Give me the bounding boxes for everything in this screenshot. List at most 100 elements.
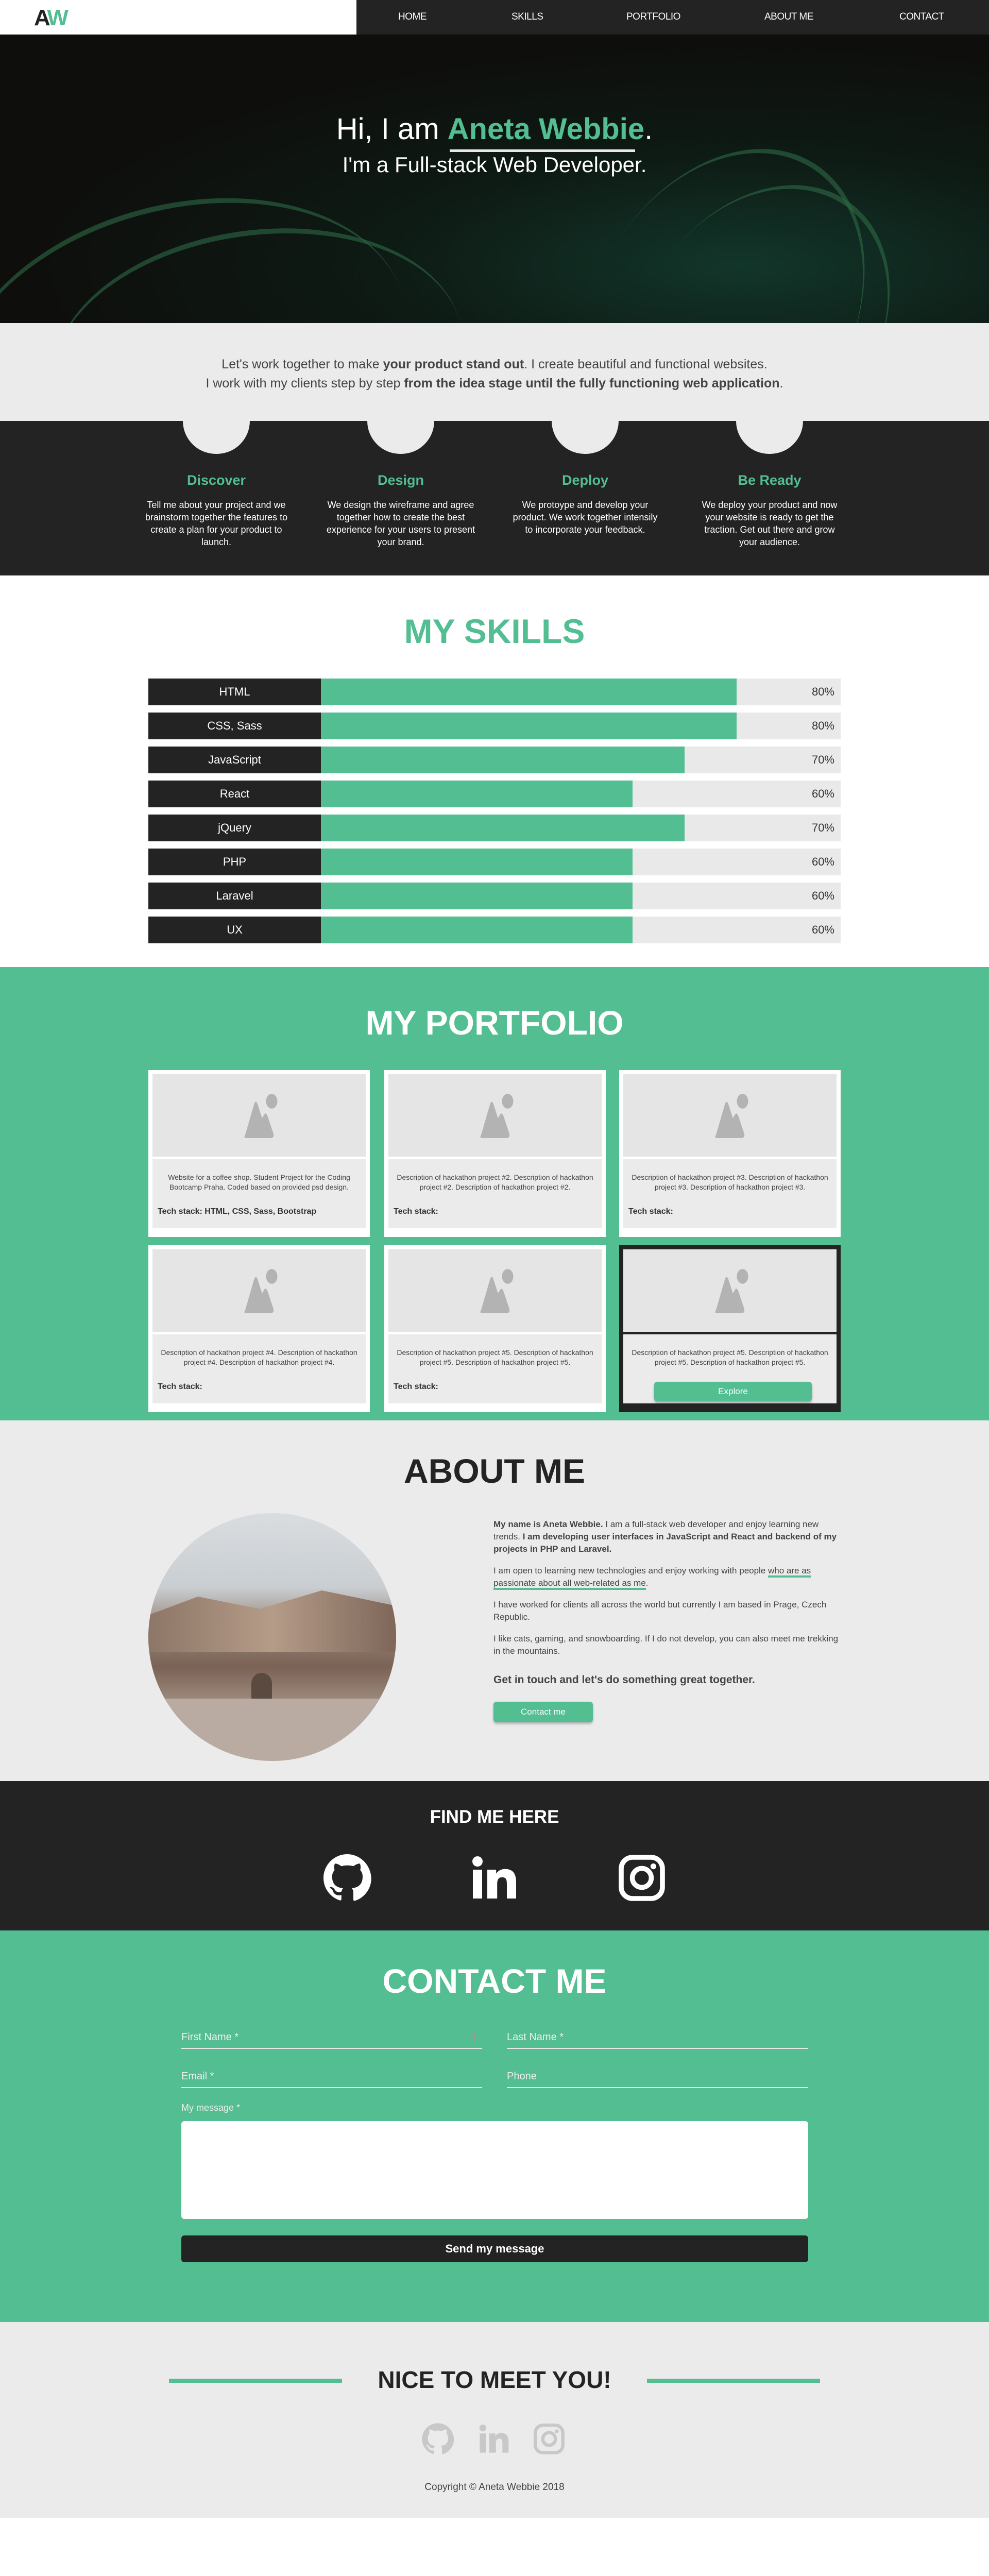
skill-percent: 80% <box>811 685 834 698</box>
send-message-button[interactable]: Send my message <box>181 2235 808 2262</box>
portfolio-card[interactable]: Description of hackathon project #4. Des… <box>148 1245 370 1412</box>
skill-name: PHP <box>148 849 321 875</box>
card-tech-stack: Tech stack: <box>394 1382 438 1391</box>
skill-percent: 60% <box>811 923 834 936</box>
skill-name: Laravel <box>148 883 321 909</box>
text-segment: . <box>645 1578 649 1588</box>
first-name-input[interactable]: First Name * <box>181 2028 482 2049</box>
last-name-placeholder: Last Name * <box>507 2031 564 2043</box>
step-title: Design <box>377 472 424 488</box>
find-title: FIND ME HERE <box>430 1807 559 1827</box>
nav-about-me[interactable]: ABOUT ME <box>764 11 813 23</box>
skill-fill <box>321 679 737 705</box>
phone-placeholder: Phone <box>507 2071 537 2082</box>
skill-percent: 70% <box>811 821 834 834</box>
skill-percent: 60% <box>811 855 834 868</box>
step-title: Deploy <box>561 472 609 488</box>
image-placeholder-icon <box>388 1074 602 1157</box>
portfolio-card[interactable]: Description of hackathon project #5. Des… <box>384 1245 606 1412</box>
nav-skills[interactable]: SKILLS <box>511 11 543 23</box>
card-tech-stack: Tech stack: <box>394 1207 438 1216</box>
skill-bar: PHP 60% <box>148 849 841 875</box>
notch-decoration <box>183 421 250 454</box>
message-textarea[interactable] <box>181 2121 808 2219</box>
portfolio-card[interactable]: Description of hackathon project #3. Des… <box>619 1070 841 1237</box>
bold-text: from the idea stage until the fully func… <box>404 376 780 391</box>
image-placeholder-icon <box>623 1074 837 1157</box>
find-me-section: FIND ME HERE <box>0 1781 989 1930</box>
about-text: My name is Aneta Webbie. I am a full-sta… <box>493 1518 844 1722</box>
skill-fill <box>321 917 633 943</box>
nav-portfolio[interactable]: PORTFOLIO <box>626 11 680 23</box>
skill-bar: JavaScript 70% <box>148 747 841 773</box>
about-paragraph: My name is Aneta Webbie. I am a full-sta… <box>493 1518 844 1555</box>
about-title: ABOUT ME <box>404 1452 585 1490</box>
intro-section: Let's work together to make your product… <box>0 323 989 421</box>
explore-button[interactable]: Explore <box>654 1382 812 1401</box>
instagram-icon[interactable] <box>617 1853 667 1903</box>
skill-name: jQuery <box>148 815 321 841</box>
phone-input[interactable]: Phone <box>507 2067 808 2088</box>
portfolio-section: MY PORTFOLIO Website for a coffee shop. … <box>0 967 989 1420</box>
step-text: Tell me about your project and we brains… <box>145 500 288 547</box>
card-body: Description of hackathon project #2. Des… <box>388 1159 602 1228</box>
text-segment: . I create beautiful and functional webs… <box>524 357 768 371</box>
footer-instagram-icon[interactable] <box>533 2422 566 2455</box>
skill-bar: UX 60% <box>148 917 841 943</box>
process-step: Design We design the wireframe and agree … <box>326 472 475 548</box>
skill-bar: CSS, Sass 80% <box>148 713 841 739</box>
image-placeholder-icon <box>623 1249 837 1332</box>
nav-contact[interactable]: CONTACT <box>899 11 944 23</box>
email-input[interactable]: Email * <box>181 2067 482 2088</box>
contact-me-button[interactable]: Contact me <box>493 1702 593 1722</box>
skill-fill <box>321 815 685 841</box>
skill-name: JavaScript <box>148 747 321 773</box>
hero-title: Hi, I am Aneta Webbie. <box>0 112 989 146</box>
footer: NICE TO MEET YOU! Copyright © Aneta Webb… <box>0 2322 989 2518</box>
intro-line-1: Let's work together to make your product… <box>0 355 989 374</box>
contact-title: CONTACT ME <box>382 1962 607 2000</box>
notch-decoration <box>367 421 434 454</box>
skill-bar: Laravel 60% <box>148 883 841 909</box>
text-segment: . <box>779 376 783 391</box>
header: AW HOME SKILLS PORTFOLIO ABOUT ME CONTAC… <box>0 0 989 35</box>
portfolio-card[interactable]: Description of hackathon project #2. Des… <box>384 1070 606 1237</box>
about-cta: Get in touch and let's do something grea… <box>493 1674 755 1686</box>
nav-home[interactable]: HOME <box>398 11 427 23</box>
step-title: Be Ready <box>738 472 802 488</box>
card-description: Description of hackathon project #3. Des… <box>632 1173 828 1191</box>
github-icon[interactable] <box>322 1853 372 1903</box>
card-tech-stack: Tech stack: <box>158 1382 202 1391</box>
card-body: Website for a coffee shop. Student Proje… <box>152 1159 366 1228</box>
linkedin-icon[interactable] <box>469 1853 518 1903</box>
hero-period: . <box>644 112 653 146</box>
footer-github-icon[interactable] <box>421 2422 454 2455</box>
skill-percent: 60% <box>811 787 834 800</box>
skill-bar: jQuery 70% <box>148 815 841 841</box>
portfolio-card[interactable]: Website for a coffee shop. Student Proje… <box>148 1070 370 1237</box>
about-photo <box>148 1513 396 1761</box>
skill-fill <box>321 781 633 807</box>
intro-line-2: I work with my clients step by step from… <box>0 374 989 393</box>
skill-bar: HTML 80% <box>148 679 841 705</box>
hero-greeting: Hi, I am <box>336 112 448 146</box>
portfolio-card[interactable]: Description of hackathon project #5. Des… <box>619 1245 841 1412</box>
card-body: Description of hackathon project #3. Des… <box>623 1159 837 1228</box>
text-segment: I am open to learning new technologies a… <box>493 1566 769 1575</box>
logo[interactable]: AW <box>34 5 69 31</box>
notch-decoration <box>736 421 803 454</box>
hero-subtitle: I'm a Full-stack Web Developer. <box>342 152 647 177</box>
skill-percent: 70% <box>811 753 834 766</box>
card-body: Description of hackathon project #4. Des… <box>152 1334 366 1403</box>
process-section: Discover Tell me about your project and w… <box>0 421 989 575</box>
about-paragraph: I like cats, gaming, and snowboarding. I… <box>493 1634 839 1656</box>
about-paragraph: I have worked for clients all across the… <box>493 1600 827 1622</box>
footer-linkedin-icon[interactable] <box>477 2422 510 2455</box>
skills-section: MY SKILLS HTML 80% CSS, Sass 80% JavaScript 7… <box>0 575 989 967</box>
last-name-input[interactable]: Last Name * <box>507 2028 808 2049</box>
top-nav: HOME SKILLS PORTFOLIO ABOUT ME CONTACT <box>356 0 989 35</box>
image-placeholder-icon <box>388 1249 602 1332</box>
skill-percent: 80% <box>811 719 834 732</box>
skill-fill <box>321 713 737 739</box>
card-tech-stack: Tech stack: <box>628 1207 673 1216</box>
